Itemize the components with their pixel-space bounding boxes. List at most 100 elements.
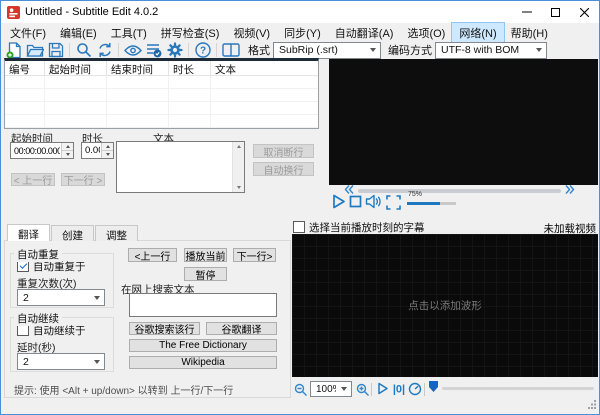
- title-bar: Untitled - Subtitle Edit 4.0.2: [1, 1, 599, 23]
- column-end-time[interactable]: 结束时间: [107, 61, 169, 75]
- main-toolbar: ? 格式 SubRip (.srt) 编码方式 UTF-8 with BOM: [3, 41, 547, 59]
- text-scrollbar[interactable]: [232, 142, 244, 192]
- select-current-subtitle-checkbox[interactable]: [293, 221, 305, 233]
- translate-prev-line-button[interactable]: <上一行: [128, 248, 177, 262]
- table-row[interactable]: [5, 102, 318, 115]
- app-icon: [7, 5, 20, 19]
- duration-input[interactable]: [82, 143, 101, 158]
- tab-create[interactable]: 创建: [51, 225, 94, 242]
- replace-button[interactable]: [94, 41, 115, 59]
- menu-file[interactable]: 文件(F): [3, 23, 53, 43]
- subtitle-list[interactable]: 编号 起始时间 结束时间 时长 文本: [4, 58, 319, 129]
- toolbar-separator: [188, 43, 189, 57]
- stop-button[interactable]: [349, 195, 362, 208]
- speaker-icon: [365, 194, 381, 209]
- spell-check-button[interactable]: [143, 41, 164, 59]
- subtitle-list-header: 编号 起始时间 结束时间 时长 文本: [5, 61, 318, 76]
- spin-buttons: [101, 143, 113, 158]
- play-button[interactable]: [330, 193, 347, 210]
- waveform-zoom-value: 100%: [316, 383, 336, 395]
- scroll-up-icon: [236, 145, 241, 148]
- column-start-time[interactable]: 起始时间: [45, 61, 107, 75]
- unbreak-button[interactable]: 取消断行: [253, 144, 314, 158]
- menu-help[interactable]: 帮助(H): [504, 23, 555, 43]
- table-row[interactable]: [5, 115, 318, 128]
- menu-network[interactable]: 网络(N): [451, 21, 505, 44]
- column-number[interactable]: 编号: [5, 61, 45, 75]
- table-row[interactable]: [5, 76, 318, 89]
- web-search-input[interactable]: [129, 293, 277, 317]
- close-button[interactable]: [570, 1, 599, 23]
- mute-button[interactable]: [365, 194, 382, 209]
- resize-grip-icon: [588, 400, 596, 409]
- tab-adjust[interactable]: 调整: [95, 225, 138, 242]
- next-line-button[interactable]: 下一行 >: [61, 173, 105, 186]
- menu-options[interactable]: 选项(O): [400, 23, 452, 43]
- google-translate-button[interactable]: 谷歌翻译: [206, 322, 277, 335]
- visual-sync-button[interactable]: [122, 41, 143, 59]
- minimize-button[interactable]: [512, 1, 541, 23]
- chevron-down-icon: [94, 359, 100, 364]
- delay-select[interactable]: 2: [17, 353, 105, 370]
- save-file-button[interactable]: [45, 41, 66, 59]
- start-time-input[interactable]: [11, 143, 61, 158]
- svg-text:?: ?: [199, 46, 205, 57]
- waveform-position-marker[interactable]: [429, 381, 438, 392]
- toolbar-separator: [118, 43, 119, 57]
- seek-forward-button[interactable]: [565, 185, 575, 194]
- playback-speed-button[interactable]: [408, 382, 422, 396]
- prev-line-button[interactable]: < 上一行: [11, 173, 55, 186]
- menu-tools[interactable]: 工具(T): [104, 23, 154, 43]
- goto-start-button[interactable]: |0|: [391, 382, 407, 396]
- spin-down-button[interactable]: [102, 150, 113, 158]
- waveform-zoom-select[interactable]: 100%: [310, 381, 352, 397]
- pause-button[interactable]: 暂停: [184, 267, 227, 281]
- maximize-button[interactable]: [541, 1, 570, 23]
- encoding-select[interactable]: UTF-8 with BOM: [435, 41, 547, 59]
- help-button[interactable]: ?: [192, 41, 213, 59]
- settings-button[interactable]: [164, 41, 185, 59]
- spin-up-button[interactable]: [62, 143, 73, 150]
- subtitle-text-area[interactable]: [117, 142, 232, 192]
- start-time-spinner[interactable]: [10, 142, 74, 159]
- menu-auto-translate[interactable]: 自动翻译(A): [328, 23, 401, 43]
- waveform-play-button[interactable]: [376, 382, 389, 395]
- scroll-down-icon: [236, 186, 241, 189]
- wikipedia-button[interactable]: Wikipedia: [129, 356, 277, 369]
- menu-video[interactable]: 视频(V): [226, 23, 277, 43]
- volume-slider[interactable]: [407, 202, 456, 205]
- waveform-area[interactable]: 点击以添加波形: [292, 234, 598, 377]
- menu-sync[interactable]: 同步(Y): [277, 23, 328, 43]
- save-icon: [48, 42, 64, 58]
- new-file-button[interactable]: [3, 41, 24, 59]
- resize-grip[interactable]: [587, 399, 597, 412]
- spin-buttons: [61, 143, 73, 158]
- open-file-button[interactable]: [24, 41, 45, 59]
- spell-check-icon: [145, 42, 162, 58]
- waveform-zoom-out-button[interactable]: [294, 383, 308, 397]
- translate-next-line-button[interactable]: 下一行>: [233, 248, 276, 262]
- table-row[interactable]: [5, 89, 318, 102]
- tab-translate[interactable]: 翻译: [7, 224, 50, 241]
- spin-down-button[interactable]: [62, 150, 73, 158]
- menu-edit[interactable]: 编辑(E): [53, 23, 104, 43]
- duration-spinner[interactable]: [81, 142, 114, 159]
- video-seek-slider[interactable]: [358, 189, 561, 193]
- triangle-up-icon: [105, 145, 110, 148]
- repeat-count-select[interactable]: 2: [17, 289, 105, 306]
- autobreak-button[interactable]: 自动换行: [253, 162, 314, 176]
- column-duration[interactable]: 时长: [169, 61, 211, 75]
- layout-button[interactable]: [220, 41, 241, 59]
- find-button[interactable]: [73, 41, 94, 59]
- menu-spellcheck[interactable]: 拼写检查(S): [154, 23, 227, 43]
- free-dictionary-button[interactable]: The Free Dictionary: [129, 339, 277, 352]
- fullscreen-button[interactable]: [386, 195, 401, 210]
- format-select[interactable]: SubRip (.srt): [273, 41, 381, 59]
- play-current-button[interactable]: 播放当前: [184, 248, 227, 262]
- waveform-position-slider[interactable]: [442, 387, 594, 390]
- google-search-button[interactable]: 谷歌搜索该行: [129, 322, 200, 335]
- waveform-zoom-in-button[interactable]: [356, 383, 370, 397]
- column-text[interactable]: 文本: [211, 61, 318, 75]
- triangle-down-icon: [105, 153, 110, 156]
- spin-up-button[interactable]: [102, 143, 113, 150]
